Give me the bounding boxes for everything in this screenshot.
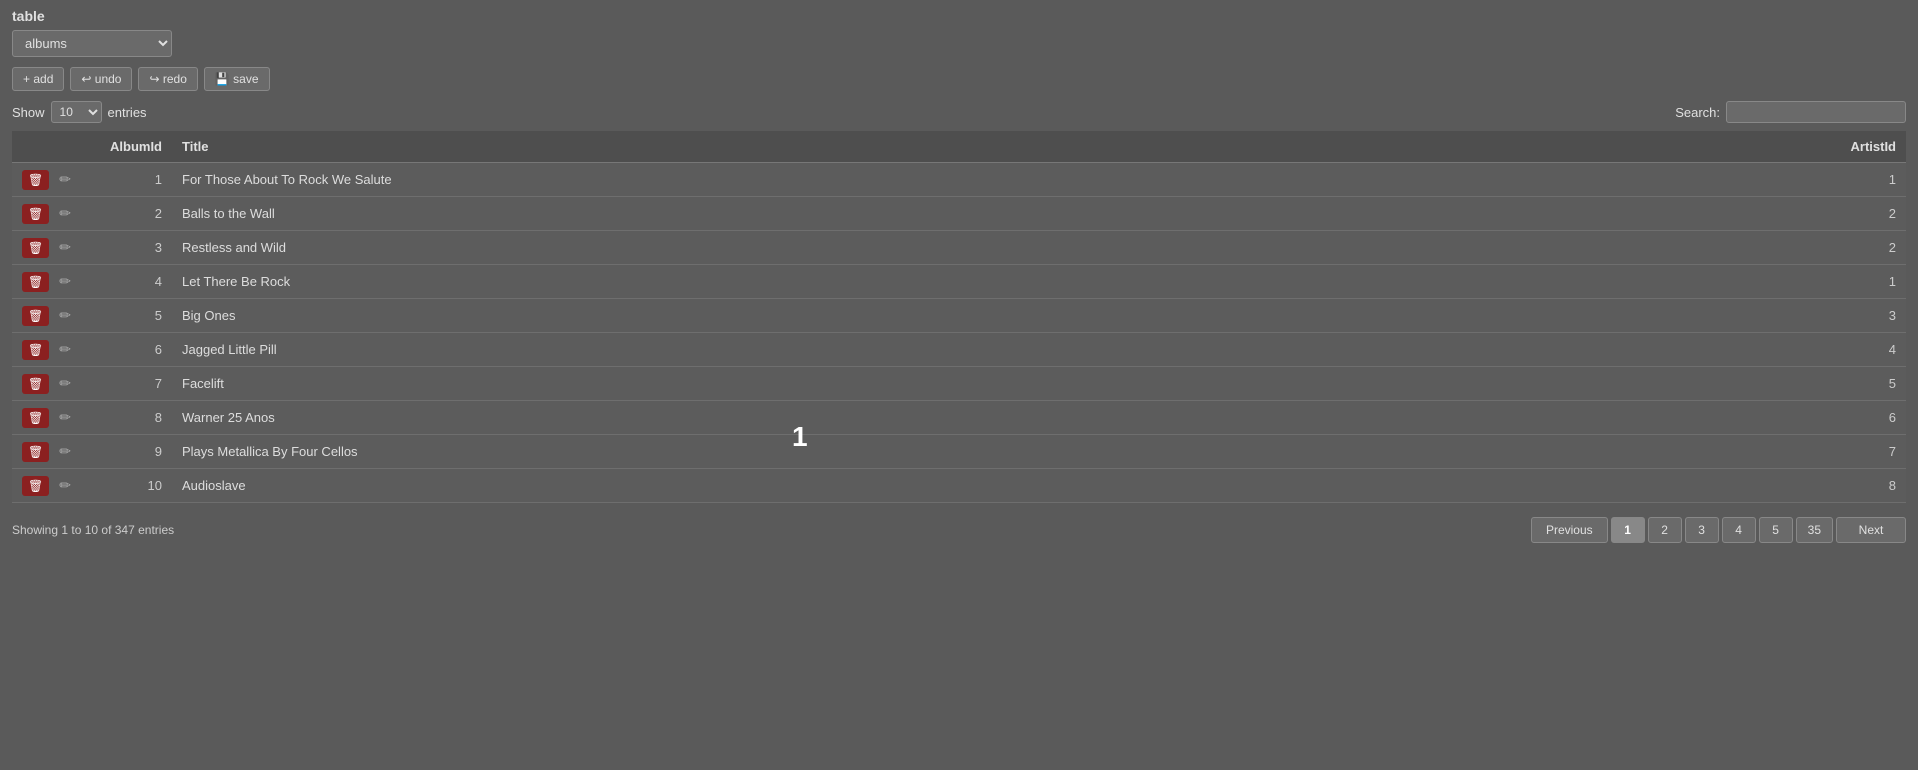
albumid-cell: 5 (92, 299, 172, 333)
delete-button[interactable]: 🗑 (22, 340, 49, 360)
albumid-cell: 6 (92, 333, 172, 367)
col-actions (12, 131, 92, 163)
page-btn-35[interactable]: 35 (1796, 517, 1833, 543)
showing-text: Showing 1 to 10 of 347 entries (12, 523, 174, 537)
save-button[interactable]: 💾 save (204, 67, 270, 91)
albumid-cell: 10 (92, 469, 172, 503)
table-row: 🗑✏2Balls to the Wall2 (12, 197, 1906, 231)
table-row: 🗑✏5Big Ones3 (12, 299, 1906, 333)
col-title: Title (172, 131, 1826, 163)
pagination: Previous 1 2 3 4 5 35 Next (1531, 517, 1906, 543)
artistid-cell: 3 (1826, 299, 1906, 333)
table-row: 🗑✏6Jagged Little Pill4 (12, 333, 1906, 367)
action-cell: 🗑✏ (12, 469, 92, 503)
action-cell: 🗑✏ (12, 367, 92, 401)
title-cell: Audioslave (172, 469, 1826, 503)
albumid-cell: 9 (92, 435, 172, 469)
page-btn-2[interactable]: 2 (1648, 517, 1682, 543)
delete-button[interactable]: 🗑 (22, 442, 49, 462)
edit-button[interactable]: ✏ (55, 237, 75, 258)
albumid-cell: 8 (92, 401, 172, 435)
action-cell: 🗑✏ (12, 163, 92, 197)
edit-button[interactable]: ✏ (55, 271, 75, 292)
table-row: 🗑✏1For Those About To Rock We Salute1 (12, 163, 1906, 197)
edit-button[interactable]: ✏ (55, 169, 75, 190)
entries-select[interactable]: 10 25 50 100 (51, 101, 102, 123)
search-input[interactable] (1726, 101, 1906, 123)
title-cell: Let There Be Rock (172, 265, 1826, 299)
search-label: Search: (1675, 105, 1720, 120)
artistid-cell: 6 (1826, 401, 1906, 435)
artistid-cell: 8 (1826, 469, 1906, 503)
next-button[interactable]: Next (1836, 517, 1906, 543)
artistid-cell: 2 (1826, 197, 1906, 231)
page-btn-3[interactable]: 3 (1685, 517, 1719, 543)
delete-button[interactable]: 🗑 (22, 272, 49, 292)
title-cell: For Those About To Rock We Salute (172, 163, 1826, 197)
delete-button[interactable]: 🗑 (22, 170, 49, 190)
title-cell: Facelift (172, 367, 1826, 401)
edit-button[interactable]: ✏ (55, 373, 75, 394)
artistid-cell: 4 (1826, 333, 1906, 367)
title-cell: Restless and Wild (172, 231, 1826, 265)
title-cell: Jagged Little Pill (172, 333, 1826, 367)
albums-table: AlbumId Title ArtistId 🗑✏1For Those Abou… (12, 131, 1906, 503)
albumid-cell: 3 (92, 231, 172, 265)
delete-button[interactable]: 🗑 (22, 408, 49, 428)
edit-button[interactable]: ✏ (55, 441, 75, 462)
albumid-cell: 4 (92, 265, 172, 299)
action-cell: 🗑✏ (12, 231, 92, 265)
table-row: 🗑✏8Warner 25 Anos6 (12, 401, 1906, 435)
prev-button[interactable]: Previous (1531, 517, 1608, 543)
action-cell: 🗑✏ (12, 435, 92, 469)
artistid-cell: 1 (1826, 265, 1906, 299)
artistid-cell: 7 (1826, 435, 1906, 469)
title-cell: Big Ones (172, 299, 1826, 333)
title-cell: Balls to the Wall (172, 197, 1826, 231)
table-row: 🗑✏7Facelift5 (12, 367, 1906, 401)
delete-button[interactable]: 🗑 (22, 204, 49, 224)
page-title: table (12, 8, 1906, 24)
col-albumid: AlbumId (92, 131, 172, 163)
table-selector[interactable]: albums (12, 30, 172, 57)
action-cell: 🗑✏ (12, 333, 92, 367)
albumid-cell: 2 (92, 197, 172, 231)
albumid-cell: 7 (92, 367, 172, 401)
col-artistid: ArtistId (1826, 131, 1906, 163)
page-btn-4[interactable]: 4 (1722, 517, 1756, 543)
action-cell: 🗑✏ (12, 401, 92, 435)
show-label: Show (12, 105, 45, 120)
redo-button[interactable]: ↪ redo (138, 67, 197, 91)
albumid-cell: 1 (92, 163, 172, 197)
edit-button[interactable]: ✏ (55, 203, 75, 224)
artistid-cell: 1 (1826, 163, 1906, 197)
action-cell: 🗑✏ (12, 197, 92, 231)
table-row: 🗑✏4Let There Be Rock1 (12, 265, 1906, 299)
edit-button[interactable]: ✏ (55, 407, 75, 428)
table-row: 🗑✏10Audioslave8 (12, 469, 1906, 503)
page-btn-1[interactable]: 1 (1611, 517, 1645, 543)
table-row: 🗑✏9Plays Metallica By Four Cellos7 (12, 435, 1906, 469)
delete-button[interactable]: 🗑 (22, 238, 49, 258)
artistid-cell: 5 (1826, 367, 1906, 401)
entries-suffix: entries (108, 105, 147, 120)
title-cell: Plays Metallica By Four Cellos (172, 435, 1826, 469)
table-row: 🗑✏3Restless and Wild2 (12, 231, 1906, 265)
edit-button[interactable]: ✏ (55, 305, 75, 326)
page-btn-5[interactable]: 5 (1759, 517, 1793, 543)
delete-button[interactable]: 🗑 (22, 476, 49, 496)
add-button[interactable]: + add (12, 67, 64, 91)
artistid-cell: 2 (1826, 231, 1906, 265)
title-cell: Warner 25 Anos (172, 401, 1826, 435)
action-cell: 🗑✏ (12, 299, 92, 333)
delete-button[interactable]: 🗑 (22, 374, 49, 394)
action-cell: 🗑✏ (12, 265, 92, 299)
edit-button[interactable]: ✏ (55, 475, 75, 496)
delete-button[interactable]: 🗑 (22, 306, 49, 326)
edit-button[interactable]: ✏ (55, 339, 75, 360)
undo-button[interactable]: ↩ undo (70, 67, 132, 91)
